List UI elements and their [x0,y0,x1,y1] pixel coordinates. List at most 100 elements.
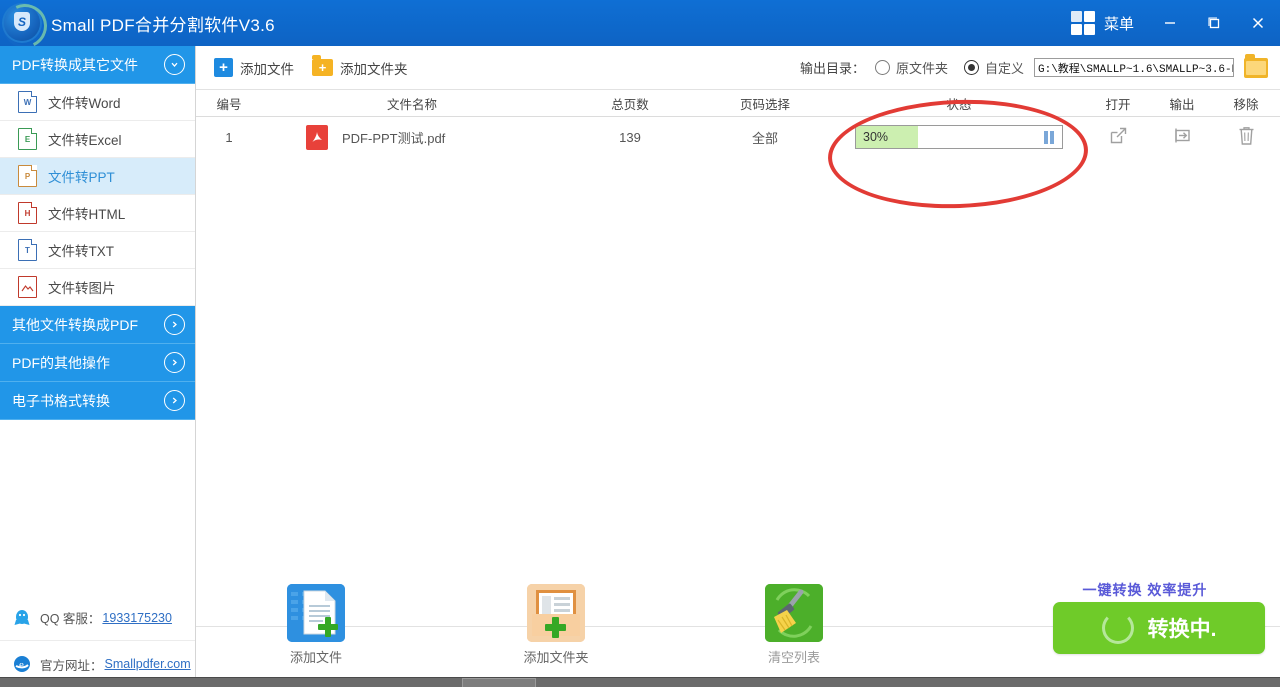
txt-doc-icon: T [18,239,37,261]
add-file-big-button[interactable]: 添加文件 [256,584,376,666]
column-header-page-selection: 页码选择 [698,94,832,113]
add-folder-button[interactable]: + 添加文件夹 [312,58,408,78]
sidebar-item-label: 文件转HTML [48,203,125,223]
sidebar-footer: QQ 客服： 1933175230 e 官方网址： Smallpdfer.com [0,595,195,687]
minimize-button[interactable] [1148,0,1192,46]
sidebar-item-to-image[interactable]: 文件转图片 [0,269,195,306]
sidebar-section-label: PDF转换成其它文件 [12,55,164,75]
official-site-label: 官方网址： [40,655,103,674]
logo-letter: S [14,12,30,31]
sidebar-item-label: 文件转PPT [48,166,115,186]
file-table-header: 编号 文件名称 总页数 页码选择 状态 打开 输出 移除 [196,90,1280,117]
toolbar: + 添加文件 + 添加文件夹 输出目录： 原文件夹 自定义 G:\教程\SMAL… [196,46,1280,90]
add-file-big-label: 添加文件 [290,647,342,666]
row-page-selection[interactable]: 全部 [698,128,832,147]
qq-number-link[interactable]: 1933175230 [102,611,172,625]
chevron-right-icon [164,390,185,411]
grid-menu-icon [1071,11,1095,35]
sidebar-section-label: 其他文件转换成PDF [12,315,164,335]
clear-list-big-label: 清空列表 [768,647,820,666]
column-header-remove: 移除 [1214,94,1278,113]
sidebar-section-pdf-other-ops[interactable]: PDF的其他操作 [0,344,195,382]
taskbar-item[interactable] [462,678,536,687]
row-output-cell [1150,125,1214,149]
output-directory-group: 输出目录： 原文件夹 自定义 G:\教程\SMALLP~1.6\SMALLP~3… [800,58,1280,78]
chevron-down-icon [164,54,185,75]
add-file-button[interactable]: + 添加文件 [214,58,294,78]
radio-source-folder-label: 原文件夹 [896,58,948,77]
sidebar-item-label: 文件转Word [48,92,121,112]
row-filename: PDF-PPT测试.pdf [342,128,445,147]
add-folder-big-label: 添加文件夹 [523,647,588,666]
progress-bar-text: 30% [863,126,888,148]
sidebar-section-pdf-to-others[interactable]: PDF转换成其它文件 [0,46,195,84]
row-open-cell [1086,125,1150,149]
maximize-button[interactable] [1192,0,1236,46]
row-status-cell: 30% [832,125,1086,149]
row-remove-cell [1214,125,1278,150]
chevron-right-icon [164,314,185,335]
sidebar-item-to-txt[interactable]: T 文件转TXT [0,232,195,269]
menu-button[interactable]: 菜单 [1057,0,1148,46]
official-site-link[interactable]: Smallpdfer.com [105,657,191,671]
column-header-index: 编号 [196,94,262,113]
menu-button-label: 菜单 [1104,13,1134,34]
add-file-icon: + [214,58,233,77]
clear-list-big-button[interactable]: 清空列表 [734,584,854,666]
table-row[interactable]: 1 PDF-PPT测试.pdf 139 全部 30% [196,117,1280,157]
window-controls: 菜单 [1057,0,1280,46]
sidebar: PDF转换成其它文件 W 文件转Word E 文件转Excel P 文件转PPT… [0,46,196,687]
radio-source-folder[interactable]: 原文件夹 [875,58,948,77]
sidebar-item-label: 文件转图片 [48,277,116,297]
add-folder-big-button[interactable]: 添加文件夹 [496,584,616,666]
ppt-doc-icon: P [18,165,37,187]
sidebar-item-label: 文件转TXT [48,240,114,260]
radio-custom-folder-indicator [964,60,979,75]
column-header-output: 输出 [1150,94,1214,113]
add-folder-icon: + [312,59,333,76]
close-button[interactable] [1236,0,1280,46]
sidebar-item-to-word[interactable]: W 文件转Word [0,84,195,121]
radio-source-folder-indicator [875,60,890,75]
word-doc-icon: W [18,91,37,113]
sidebar-item-to-excel[interactable]: E 文件转Excel [0,121,195,158]
image-doc-icon [18,276,37,298]
convert-button[interactable]: 转换中. [1053,602,1265,654]
qq-support-row: QQ 客服： 1933175230 [0,595,195,641]
sidebar-section-ebook-convert[interactable]: 电子书格式转换 [0,382,195,420]
clear-list-icon [765,584,823,642]
application-window: S Small PDF合并分割软件V3.6 菜单 [0,0,1280,687]
ie-browser-icon: e [12,654,32,674]
sidebar-section-label: PDF的其他操作 [12,353,164,373]
open-external-icon[interactable] [1108,125,1129,146]
chevron-right-icon [164,352,185,373]
sidebar-item-to-ppt[interactable]: P 文件转PPT [0,158,195,195]
sidebar-section-others-to-pdf[interactable]: 其他文件转换成PDF [0,306,195,344]
title-bar: S Small PDF合并分割软件V3.6 菜单 [0,0,1280,46]
add-file-label: 添加文件 [240,58,294,78]
promo-text: 一键转换 效率提升 [1025,580,1265,600]
sidebar-item-to-html[interactable]: H 文件转HTML [0,195,195,232]
output-directory-label: 输出目录： [800,58,865,77]
row-index: 1 [196,130,262,145]
output-path-input[interactable]: G:\教程\SMALLP~1.6\SMALLP~3.6-P [1034,58,1234,77]
pause-button[interactable] [1044,126,1054,148]
browse-folder-icon[interactable] [1244,58,1268,78]
column-header-open: 打开 [1086,94,1150,113]
add-file-icon [287,584,345,642]
pdf-file-icon [306,125,328,150]
loading-spinner-icon [1102,612,1134,644]
svg-text:e: e [19,659,24,671]
sidebar-section-label: 电子书格式转换 [12,391,164,411]
window-title: Small PDF合并分割软件V3.6 [51,11,275,36]
sidebar-item-label: 文件转Excel [48,129,122,149]
radio-custom-folder-label: 自定义 [985,58,1024,77]
app-logo-icon: S [3,4,41,42]
column-header-pages: 总页数 [562,94,698,113]
radio-custom-folder[interactable]: 自定义 [964,58,1024,77]
qq-support-label: QQ 客服： [40,608,100,627]
row-page-count: 139 [562,130,698,145]
trash-icon[interactable] [1236,125,1257,147]
progress-bar: 30% [855,125,1063,149]
output-folder-icon[interactable] [1172,125,1193,146]
